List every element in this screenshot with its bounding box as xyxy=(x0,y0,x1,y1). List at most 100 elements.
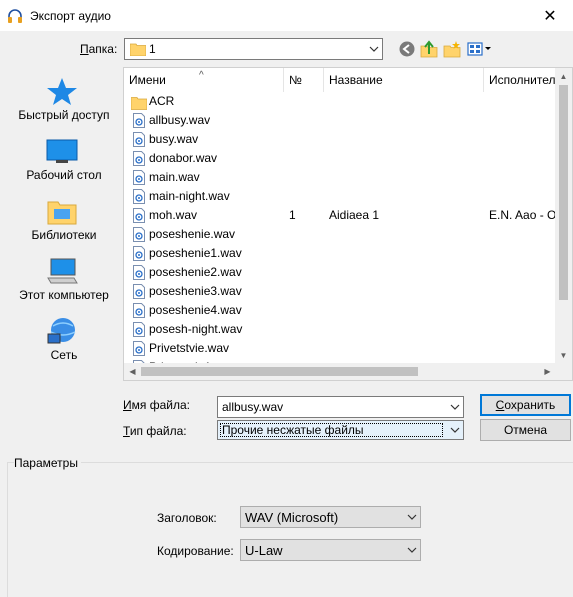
focus-rectangle xyxy=(220,423,443,437)
sort-up-icon: ^ xyxy=(199,70,204,81)
headphones-app-icon xyxy=(8,9,22,23)
file-name: poseshenie1.wav xyxy=(149,246,242,260)
file-name: poseshenie4.wav xyxy=(149,303,242,317)
save-button[interactable]: Сохранить xyxy=(480,394,571,416)
scroll-left-icon[interactable]: ◀ xyxy=(124,363,141,380)
chevron-down-icon[interactable] xyxy=(446,421,463,439)
audio-file-icon xyxy=(133,170,145,185)
file-name: poseshenie3.wav xyxy=(149,284,242,298)
vertical-scrollbar[interactable]: ▲ ▼ xyxy=(555,68,572,364)
audio-file-icon xyxy=(133,189,145,204)
lookin-label: Папка: xyxy=(80,42,118,56)
file-name: Privetstvie.wav xyxy=(149,341,230,355)
new-folder-button[interactable] xyxy=(443,40,461,58)
filename-label: Имя файла: xyxy=(123,398,190,412)
place-this-pc[interactable]: Этот компьютер xyxy=(8,248,120,308)
filetype-select[interactable]: Прочие несжатые файлы xyxy=(217,420,464,440)
audio-file-icon xyxy=(133,303,145,318)
file-row[interactable]: posesh-night.wav xyxy=(124,320,556,339)
back-icon xyxy=(399,41,415,57)
place-quick-access[interactable]: Быстрый доступ xyxy=(8,68,120,128)
close-icon: ✕ xyxy=(543,7,557,25)
libraries-icon xyxy=(47,201,77,225)
file-row[interactable]: main.wav xyxy=(124,168,556,187)
header-format-label: Заголовок: xyxy=(157,511,217,525)
vertical-scroll-thumb[interactable] xyxy=(559,85,568,300)
scroll-right-icon[interactable]: ▶ xyxy=(539,363,556,380)
file-name: moh.wav xyxy=(149,208,198,222)
file-name: main-night.wav xyxy=(149,189,230,203)
file-row[interactable]: moh.wav 1 Aidiaea 1 E.N. Aao - Oa xyxy=(124,206,563,225)
file-row[interactable]: poseshenie3.wav xyxy=(124,282,556,301)
chevron-down-icon[interactable] xyxy=(446,397,463,417)
chevron-down-icon[interactable] xyxy=(403,507,420,527)
network-icon xyxy=(47,318,76,344)
audio-file-icon xyxy=(133,113,145,128)
place-desktop[interactable]: Рабочий стол xyxy=(8,128,120,188)
file-row[interactable]: Privetstvie.wav xyxy=(124,339,556,358)
file-title: Aidiaea 1 xyxy=(329,208,380,222)
file-row[interactable]: allbusy.wav xyxy=(124,111,556,130)
file-name: main.wav xyxy=(149,170,200,184)
file-row[interactable]: poseshenie2.wav xyxy=(124,263,556,282)
audio-file-icon xyxy=(133,284,145,299)
file-row[interactable]: busy.wav xyxy=(124,130,556,149)
back-button[interactable] xyxy=(398,40,416,58)
column-header-name[interactable]: Имени ^ xyxy=(124,68,284,92)
file-artist: E.N. Aao - Oa xyxy=(489,208,564,222)
column-header-number[interactable]: № xyxy=(284,68,324,92)
scroll-up-icon[interactable]: ▲ xyxy=(555,68,572,85)
header-format-select[interactable]: WAV (Microsoft) xyxy=(240,506,421,528)
file-name: donabor.wav xyxy=(149,151,218,165)
file-row[interactable]: poseshenie4.wav xyxy=(124,301,556,320)
filename-field[interactable]: allbusy.wav xyxy=(217,396,464,418)
options-group-title: Параметры xyxy=(14,456,81,470)
scroll-corner xyxy=(555,363,572,380)
audio-file-icon xyxy=(133,208,145,223)
file-row[interactable]: main-night.wav xyxy=(124,187,556,206)
file-list[interactable]: Имени ^ № Название Исполнител ACR allbusy… xyxy=(123,67,573,381)
file-name: busy.wav xyxy=(149,132,199,146)
lookin-value: 1 xyxy=(149,42,156,56)
cancel-button[interactable]: Отмена xyxy=(480,419,571,441)
file-row[interactable]: ACR xyxy=(124,92,556,111)
file-row[interactable]: donabor.wav xyxy=(124,149,556,168)
place-libraries[interactable]: Библиотеки xyxy=(8,188,120,248)
scroll-down-icon[interactable]: ▼ xyxy=(555,347,572,364)
close-button[interactable]: ✕ xyxy=(527,0,573,31)
file-name: ACR xyxy=(149,94,175,108)
file-name: poseshenie2.wav xyxy=(149,265,242,279)
file-name: poseshenie.wav xyxy=(149,227,236,241)
folder-icon xyxy=(130,43,146,56)
audio-file-icon xyxy=(133,341,145,356)
filetype-label: Тип файла: xyxy=(123,424,187,438)
audio-file-icon xyxy=(133,227,145,242)
new-folder-icon xyxy=(443,41,461,58)
encoding-select[interactable]: U-Law xyxy=(240,539,421,561)
file-track-number: 1 xyxy=(289,208,296,222)
star-icon xyxy=(47,78,77,105)
window-title: Экспорт аудио xyxy=(30,9,111,23)
places-bar: Быстрый доступ Рабочий стол Библиотеки Э… xyxy=(8,68,120,388)
view-menu-button[interactable] xyxy=(467,40,493,58)
horizontal-scroll-thumb[interactable] xyxy=(141,367,418,376)
audio-file-icon xyxy=(133,132,145,147)
audio-file-icon xyxy=(133,265,145,280)
lookin-combo[interactable]: 1 xyxy=(124,38,383,60)
column-header-title[interactable]: Название xyxy=(324,68,484,92)
file-row[interactable]: poseshenie1.wav xyxy=(124,244,556,263)
chevron-down-icon[interactable] xyxy=(365,39,382,59)
chevron-down-icon[interactable] xyxy=(403,540,420,560)
encoding-label: Кодирование: xyxy=(157,544,234,558)
file-row[interactable]: poseshenie.wav xyxy=(124,225,556,244)
options-group xyxy=(7,462,573,597)
horizontal-scrollbar[interactable]: ◀ ▶ xyxy=(124,363,556,380)
title-bar: Экспорт аудио ✕ xyxy=(0,0,573,31)
view-menu-icon xyxy=(467,42,491,56)
audio-file-icon xyxy=(133,322,145,337)
file-name: posesh-night.wav xyxy=(149,322,243,336)
audio-file-icon xyxy=(133,246,145,261)
audio-file-icon xyxy=(133,151,145,166)
place-network[interactable]: Сеть xyxy=(8,308,120,368)
up-folder-button[interactable] xyxy=(420,40,438,58)
